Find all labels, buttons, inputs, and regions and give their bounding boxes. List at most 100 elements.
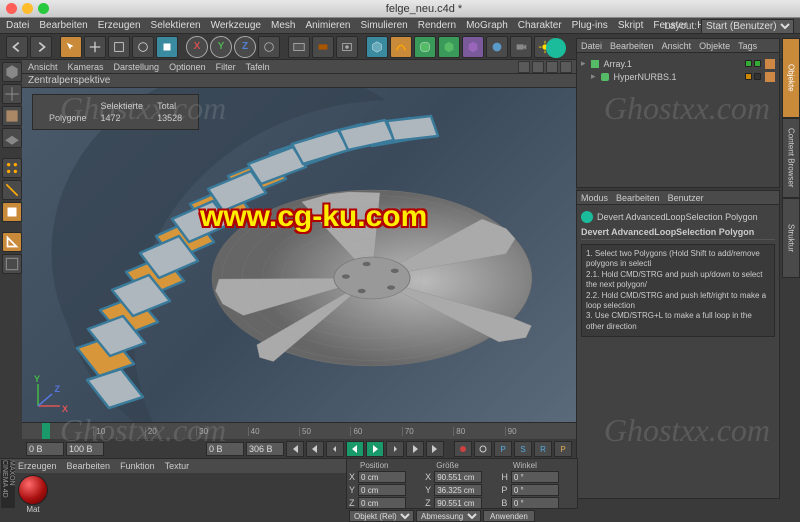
autokey-button[interactable] <box>474 441 492 457</box>
primitive-cube-button[interactable] <box>366 36 388 58</box>
menu-skript[interactable]: Skript <box>618 20 644 31</box>
viewport-3d[interactable]: Y X Z <box>22 88 576 422</box>
tl-start-frame[interactable] <box>26 442 64 456</box>
record-button[interactable] <box>454 441 472 457</box>
spline-button[interactable] <box>390 36 412 58</box>
object-tree[interactable]: ▸ Array.1 ▸ HyperNURBS.1 <box>577 53 779 87</box>
obj-menu-tags[interactable]: Tags <box>738 41 757 51</box>
coord-pos-x[interactable] <box>358 471 406 483</box>
environment-button[interactable] <box>486 36 508 58</box>
edge-mode-button[interactable] <box>2 180 22 200</box>
model-mode-button[interactable] <box>2 62 22 82</box>
camera-button[interactable] <box>510 36 532 58</box>
move-tool-button[interactable] <box>84 36 106 58</box>
goto-end-button[interactable] <box>426 441 444 457</box>
tree-item-array[interactable]: ▸ Array.1 <box>581 57 775 70</box>
tag-icon[interactable] <box>765 59 775 69</box>
tag-icon[interactable] <box>765 72 775 82</box>
tl-total-frame[interactable] <box>246 442 284 456</box>
key-rot-button[interactable]: R <box>534 441 552 457</box>
material-preview[interactable] <box>18 475 48 505</box>
coords-button[interactable] <box>258 36 280 58</box>
coord-pos-z[interactable] <box>358 497 406 509</box>
object-mode-button[interactable] <box>2 84 22 104</box>
next-frame-button[interactable] <box>386 441 404 457</box>
recent-tool-button[interactable] <box>156 36 178 58</box>
next-key-button[interactable] <box>406 441 424 457</box>
vp-menu-optionen[interactable]: Optionen <box>169 62 206 72</box>
vp-menu-kameras[interactable]: Kameras <box>68 62 104 72</box>
vp-nav-grid-icon[interactable] <box>560 61 572 73</box>
visibility-dots[interactable] <box>743 72 761 82</box>
menu-animieren[interactable]: Animieren <box>305 20 350 31</box>
coord-rot-b[interactable] <box>511 497 559 509</box>
obj-menu-objekte[interactable]: Objekte <box>699 41 730 51</box>
coord-dim-select[interactable]: Abmessung <box>416 510 481 522</box>
mat-menu-textur[interactable]: Textur <box>165 461 190 471</box>
coord-size-x[interactable] <box>434 471 482 483</box>
x-axis-button[interactable]: X <box>186 36 208 58</box>
nurbs-button[interactable] <box>414 36 436 58</box>
vp-nav-zoom-icon[interactable] <box>532 61 544 73</box>
scale-tool-button[interactable] <box>108 36 130 58</box>
zoom-window-button[interactable] <box>38 3 49 14</box>
mat-menu-funktion[interactable]: Funktion <box>120 461 155 471</box>
coord-apply-button[interactable]: Anwenden <box>483 510 535 522</box>
menu-datei[interactable]: Datei <box>6 20 29 31</box>
menu-rendern[interactable]: Rendern <box>418 20 456 31</box>
mat-menu-bearbeiten[interactable]: Bearbeiten <box>67 461 111 471</box>
polygon-mode-button[interactable] <box>2 202 22 222</box>
workplane-mode-button[interactable] <box>2 128 22 148</box>
prev-frame-button[interactable] <box>326 441 344 457</box>
vp-menu-ansicht[interactable]: Ansicht <box>28 62 58 72</box>
menu-selektieren[interactable]: Selektieren <box>151 20 201 31</box>
render-settings-button[interactable] <box>336 36 358 58</box>
tl-end-frame[interactable] <box>66 442 104 456</box>
timeline-scrubber[interactable] <box>42 423 50 439</box>
coord-size-y[interactable] <box>434 484 482 496</box>
vp-nav-rotate-icon[interactable] <box>546 61 558 73</box>
redo-button[interactable] <box>30 36 52 58</box>
key-pos-button[interactable]: P <box>494 441 512 457</box>
tree-item-hypernurbs[interactable]: ▸ HyperNURBS.1 <box>581 70 775 83</box>
y-axis-button[interactable]: Y <box>210 36 232 58</box>
z-axis-button[interactable]: Z <box>234 36 256 58</box>
obj-menu-ansicht[interactable]: Ansicht <box>662 41 692 51</box>
play-back-button[interactable] <box>346 441 364 457</box>
coord-pos-y[interactable] <box>358 484 406 496</box>
menu-mesh[interactable]: Mesh <box>271 20 295 31</box>
coord-rot-h[interactable] <box>511 471 559 483</box>
play-button[interactable] <box>366 441 384 457</box>
minimize-window-button[interactable] <box>22 3 33 14</box>
visibility-dots[interactable] <box>743 59 761 69</box>
menu-werkzeuge[interactable]: Werkzeuge <box>211 20 261 31</box>
select-tool-button[interactable] <box>60 36 82 58</box>
prev-key-button[interactable] <box>306 441 324 457</box>
snap-button[interactable] <box>2 254 22 274</box>
mat-menu-erzeugen[interactable]: Erzeugen <box>18 461 57 471</box>
menu-erzeugen[interactable]: Erzeugen <box>98 20 141 31</box>
layout-dropdown[interactable]: Start (Benutzer) <box>701 19 794 34</box>
texture-mode-button[interactable] <box>2 106 22 126</box>
material-name[interactable]: Mat <box>18 505 48 514</box>
tab-objekte[interactable]: Objekte <box>782 38 800 118</box>
vp-menu-darstellung[interactable]: Darstellung <box>114 62 160 72</box>
axis-button[interactable] <box>2 232 22 252</box>
key-scale-button[interactable]: S <box>514 441 532 457</box>
key-param-button[interactable]: P <box>554 441 572 457</box>
close-window-button[interactable] <box>6 3 17 14</box>
goto-start-button[interactable] <box>286 441 304 457</box>
tab-content-browser[interactable]: Content Browser <box>782 118 800 198</box>
coord-rot-p[interactable] <box>511 484 559 496</box>
vp-menu-filter[interactable]: Filter <box>216 62 236 72</box>
attr-menu-bearbeiten[interactable]: Bearbeiten <box>616 193 660 203</box>
obj-menu-datei[interactable]: Datei <box>581 41 602 51</box>
attr-menu-benutzer[interactable]: Benutzer <box>668 193 704 203</box>
menu-simulieren[interactable]: Simulieren <box>360 20 407 31</box>
attr-menu-modus[interactable]: Modus <box>581 193 608 203</box>
menu-plugins[interactable]: Plug-ins <box>572 20 608 31</box>
point-mode-button[interactable] <box>2 158 22 178</box>
coord-size-z[interactable] <box>434 497 482 509</box>
menu-mograph[interactable]: MoGraph <box>466 20 508 31</box>
coord-mode-select[interactable]: Objekt (Rel) <box>349 510 414 522</box>
